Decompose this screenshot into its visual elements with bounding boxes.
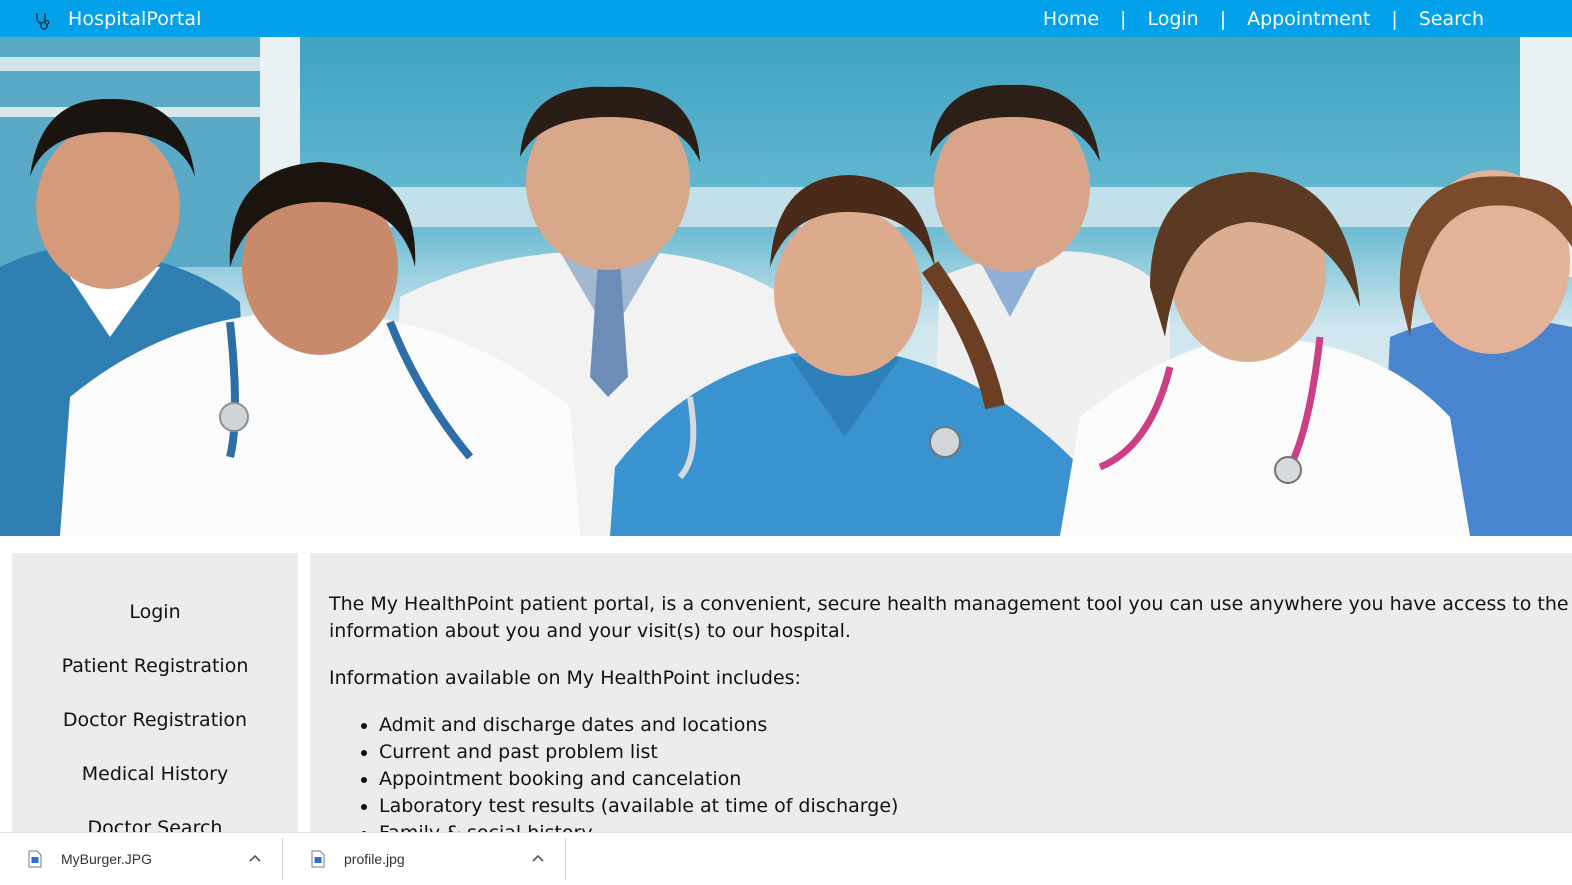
nav-search-link[interactable]: Search [1415,8,1488,30]
sidebar-item-login[interactable]: Login [12,585,298,639]
image-file-icon [311,850,325,868]
info-heading: Information available on My HealthPoint … [329,667,801,689]
medical-staff-photo [0,37,1572,536]
list-item: Current and past problem list [379,739,1572,766]
brand-link[interactable]: HospitalPortal [32,6,202,32]
sidebar-menu: Login Patient Registration Doctor Regist… [12,553,298,843]
download-item[interactable]: profile.jpg [283,838,566,880]
chevron-up-icon[interactable] [531,852,545,866]
nav-separator: | [1391,7,1398,30]
image-file-icon [28,850,42,868]
stethoscope-icon [36,12,50,30]
chevron-up-icon[interactable] [248,852,262,866]
list-item: Appointment booking and cancelation [379,766,1572,793]
sidebar-item-patient-registration[interactable]: Patient Registration [12,639,298,693]
nav-links: Home | Login | Appointment | Search [1039,0,1488,37]
feature-list: Admit and discharge dates and locations … [329,712,1572,843]
download-item[interactable]: MyBurger.JPG [0,838,283,880]
top-navbar: HospitalPortal Home | Login | Appointmen… [0,0,1572,37]
sidebar-item-doctor-registration[interactable]: Doctor Registration [12,693,298,747]
nav-separator: | [1120,7,1127,30]
hero-banner-image [0,37,1572,536]
intro-paragraph-line2: information about you and your visit(s) … [329,620,851,642]
main-content-panel: The My HealthPoint patient portal, is a … [310,553,1572,843]
list-item: Laboratory test results (available at ti… [379,793,1572,820]
sidebar-item-medical-history[interactable]: Medical History [12,747,298,801]
nav-appointment-link[interactable]: Appointment [1243,8,1374,30]
download-file-name: profile.jpg [344,851,405,867]
brand-name: HospitalPortal [68,7,202,30]
intro-paragraph-line1: The My HealthPoint patient portal, is a … [329,593,1572,615]
download-bar: MyBurger.JPG profile.jpg [0,832,1572,885]
nav-home-link[interactable]: Home [1039,8,1103,30]
nav-separator: | [1219,7,1227,30]
download-file-name: MyBurger.JPG [61,851,153,867]
list-item: Admit and discharge dates and locations [379,712,1572,739]
nav-login-link[interactable]: Login [1143,8,1202,30]
